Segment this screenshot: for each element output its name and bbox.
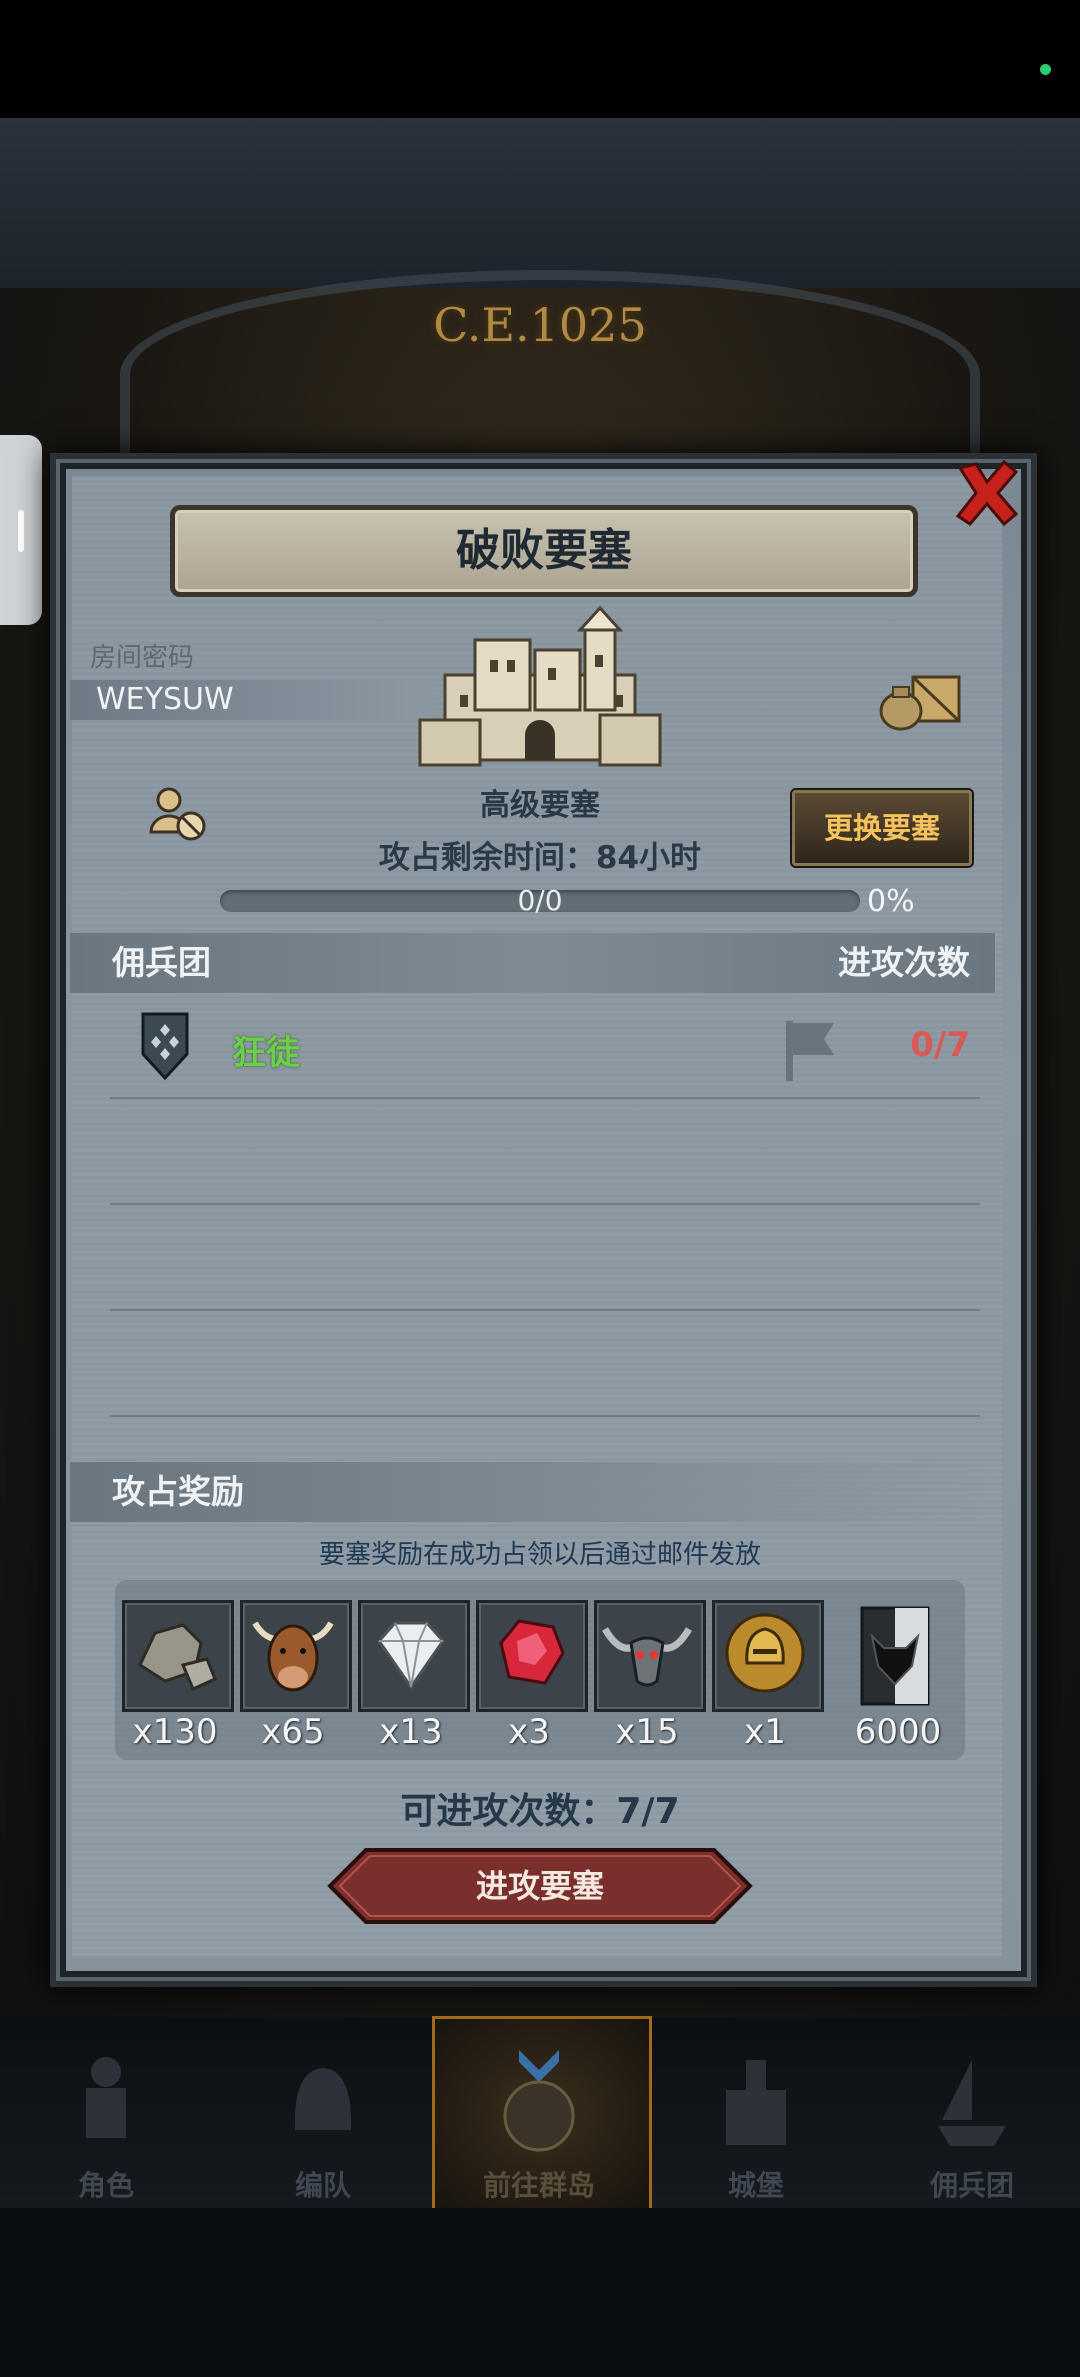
nav-label: 角色 (77, 2169, 134, 2202)
leave-room-icon[interactable] (145, 780, 215, 850)
capture-progress-text: 0/0 (517, 884, 563, 917)
room-password-label: 房间密码 (90, 643, 195, 673)
reward-quantity: x3 (508, 1712, 550, 1752)
status-indicator-dot (1040, 64, 1051, 75)
reward-quantity: x15 (615, 1712, 679, 1752)
nav-label: 佣兵团 (929, 2169, 1014, 2202)
ship-icon (938, 2060, 1006, 2146)
diamond-icon (377, 1621, 445, 1690)
reward-item[interactable] (240, 1600, 352, 1712)
reward-quantity: x1 (744, 1712, 786, 1752)
ox-head-icon (252, 1621, 334, 1692)
attack-fortress-label[interactable]: 进攻要塞 (326, 1846, 754, 1926)
helmet-icon (294, 2068, 352, 2130)
nav-item-mercenary[interactable]: 佣兵团 (892, 2030, 1052, 2210)
reward-item[interactable] (358, 1600, 470, 1712)
row-divider (110, 1203, 980, 1205)
row-divider (110, 1097, 980, 1099)
knight-icon (86, 2057, 126, 2138)
nav-item-castle[interactable]: 城堡 (676, 2030, 836, 2210)
reward-quantity: x13 (379, 1712, 443, 1752)
change-fortress-label[interactable]: 更换要塞 (792, 790, 972, 866)
mercenary-header: 佣兵团 (112, 943, 211, 982)
reward-quantity: 6000 (854, 1712, 942, 1752)
attacks-left: 可进攻次数：7/7 (400, 1791, 680, 1832)
gold-helmet-icon (725, 1613, 805, 1693)
horned-skull-icon (601, 1627, 693, 1687)
fortress-level: 高级要塞 (480, 788, 600, 823)
side-handle-grip (18, 510, 24, 552)
row-divider (110, 1309, 980, 1311)
guild-attack-count: 0/7 (910, 1025, 970, 1065)
attack-count-header: 进攻次数 (838, 943, 970, 982)
nav-item-character[interactable]: 角色 (26, 2030, 186, 2210)
merit-badge-icon[interactable] (860, 1606, 930, 1706)
remaining-time: 攻占剩余时间：84小时 (378, 840, 702, 876)
dialog-title: 破败要塞 (456, 525, 632, 576)
top-background (0, 118, 1080, 288)
stone-icon (138, 1623, 217, 1692)
reward-quantity: x65 (261, 1712, 325, 1752)
row-divider (110, 1415, 980, 1417)
reward-item[interactable] (122, 1600, 234, 1712)
ruby-icon (499, 1619, 565, 1685)
fortress-icon (418, 605, 662, 767)
supply-bag-crate-icon[interactable] (875, 663, 965, 733)
nav-item-formation[interactable]: 编队 (243, 2030, 403, 2210)
guild-name[interactable]: 狂徒 (232, 1025, 300, 1074)
nav-label: 前往群岛 (482, 2169, 595, 2202)
globe-icon (503, 2050, 575, 2152)
castle-icon (726, 2060, 786, 2145)
capture-progress-percent: 0% (867, 884, 915, 919)
reward-header: 攻占奖励 (112, 1472, 244, 1511)
flag-icon (786, 1021, 834, 1081)
reward-note: 要塞奖励在成功占领以后通过邮件发放 (318, 1540, 761, 1570)
reward-item[interactable] (476, 1600, 588, 1712)
nav-label: 城堡 (727, 2169, 784, 2202)
nav-item-islands[interactable]: 前往群岛 (459, 2030, 619, 2210)
era-label: C.E.1025 (433, 298, 647, 352)
guild-shield-icon (141, 1012, 189, 1081)
close-icon[interactable] (952, 458, 1022, 528)
reward-quantity: x130 (132, 1712, 218, 1752)
status-bar (0, 0, 1080, 118)
room-code[interactable]: WEYSUW (96, 680, 234, 720)
bottom-bar (0, 2208, 1080, 2377)
reward-item[interactable] (712, 1600, 824, 1712)
reward-item[interactable] (594, 1600, 706, 1712)
nav-label: 编队 (294, 2169, 351, 2202)
